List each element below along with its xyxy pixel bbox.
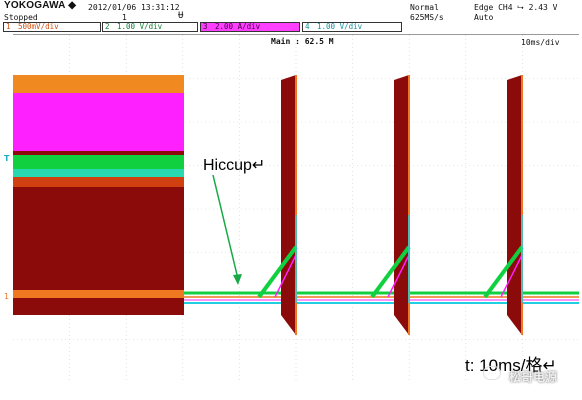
ch3-band (13, 93, 184, 151)
ch1-setting[interactable]: 1 500mV/div (3, 22, 101, 32)
burst-fill (394, 75, 409, 335)
steady-state-block (13, 75, 184, 315)
arrow-line (212, 174, 239, 280)
scope-header: YOKOGAWA ◆ 2012/01/06 13:31:12 Stopped 1… (0, 0, 582, 33)
wechat-icon (483, 366, 501, 380)
hiccup-arrow (212, 174, 242, 285)
trigger-mode: Auto (474, 13, 494, 22)
acq-mode: Normal (410, 3, 439, 12)
ch3-setting[interactable]: 3 2.00 A/div (200, 22, 300, 32)
main-samples: Main : 62.5 M (271, 37, 334, 46)
hiccup-pulse-3 (483, 75, 524, 335)
ground-marker: 1 (4, 292, 10, 301)
waveform-canvas (13, 35, 579, 383)
ch1-mid-band (13, 177, 184, 187)
trigger-level-marker: T (4, 154, 10, 163)
arrow-head-icon (233, 274, 242, 285)
hiccup-label: Hiccup↵ (203, 157, 266, 174)
trigger-setting: Edge CH4 ⮡ 2.43 V (474, 3, 558, 12)
ch2-setting[interactable]: 2 1.00 V/div (102, 22, 198, 32)
ch1-baseline-band (13, 290, 184, 298)
datetime: 2012/01/06 13:31:12 (88, 3, 180, 12)
cursor-marker-icon: Ʉ (178, 11, 184, 21)
ch1-top-band (13, 75, 184, 93)
waveform-display[interactable]: Main : 62.5 M 10ms/div Hiccup↵ t: 10ms/格… (13, 34, 579, 384)
acq-count: 1 (122, 13, 127, 22)
ch2-band (13, 155, 184, 169)
ch4-band (13, 169, 184, 177)
sample-rate: 625MS/s (410, 13, 444, 22)
watermark: 松哥电源 (509, 370, 558, 384)
run-state: Stopped (4, 13, 38, 22)
burst-fill (507, 75, 522, 335)
brand-logo: YOKOGAWA ◆ (4, 0, 77, 11)
burst-fill (281, 75, 296, 335)
ch4-setting[interactable]: 4 1.00 V/div (302, 22, 402, 32)
timebase: 10ms/div (521, 38, 560, 47)
